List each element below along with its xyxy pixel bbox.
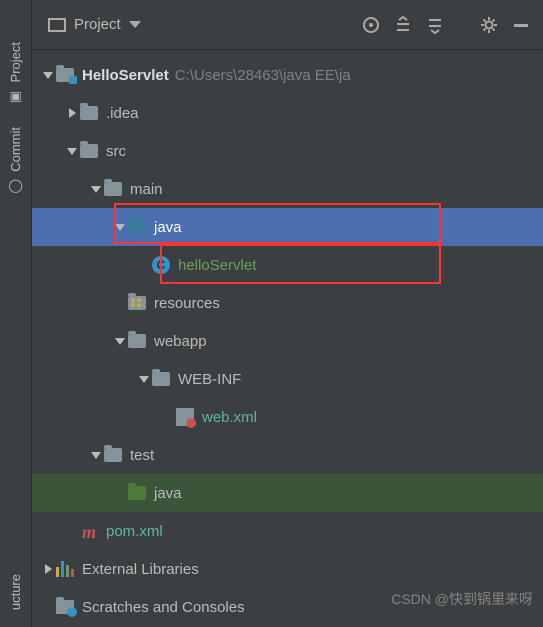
- folder-icon: [152, 372, 170, 386]
- tree-helloservlet[interactable]: C helloServlet: [32, 246, 543, 284]
- project-toolbar: Project: [32, 0, 543, 50]
- tab-project-label: Project: [8, 42, 23, 82]
- tree-webxml[interactable]: web.xml: [32, 398, 543, 436]
- libraries-icon: [56, 561, 74, 577]
- expand-icon: [394, 16, 412, 34]
- root-path: C:\Users\28463\java EE\ja: [175, 67, 351, 84]
- project-tree[interactable]: HelloServlet C:\Users\28463\java EE\ja .…: [32, 50, 543, 627]
- module-folder-icon: [56, 68, 74, 82]
- resources-folder-icon: [128, 296, 146, 310]
- hide-button[interactable]: [507, 11, 535, 39]
- project-view-icon: [48, 18, 66, 32]
- source-folder-icon: [128, 220, 146, 234]
- tree-root[interactable]: HelloServlet C:\Users\28463\java EE\ja: [32, 56, 543, 94]
- resources-label: resources: [154, 295, 220, 312]
- tree-test-java[interactable]: java: [32, 474, 543, 512]
- expand-arrow-icon[interactable]: [112, 338, 128, 345]
- scratches-label: Scratches and Consoles: [82, 599, 245, 616]
- test-label: test: [130, 447, 154, 464]
- expand-arrow-icon[interactable]: [88, 452, 104, 459]
- test-java-label: java: [154, 485, 182, 502]
- collapse-all-button[interactable]: [421, 11, 449, 39]
- expand-arrow-icon[interactable]: [40, 72, 56, 79]
- ext-libs-label: External Libraries: [82, 561, 199, 578]
- tree-java[interactable]: java: [32, 208, 543, 246]
- collapse-icon: [426, 16, 444, 34]
- folder-icon: [80, 106, 98, 120]
- main-label: main: [130, 181, 163, 198]
- webxml-label: web.xml: [202, 409, 257, 426]
- expand-all-button[interactable]: [389, 11, 417, 39]
- project-view-selector[interactable]: Project: [40, 12, 149, 37]
- tree-external-libraries[interactable]: External Libraries: [32, 550, 543, 588]
- tree-webinf[interactable]: WEB-INF: [32, 360, 543, 398]
- locate-button[interactable]: [357, 11, 385, 39]
- watermark: CSDN @快到锅里来呀: [391, 589, 533, 609]
- tree-pom[interactable]: m pom.xml: [32, 512, 543, 550]
- tab-commit-label: Commit: [8, 127, 23, 172]
- tab-structure[interactable]: ucture: [5, 562, 26, 622]
- expand-arrow-icon[interactable]: [64, 148, 80, 155]
- root-name: HelloServlet: [82, 67, 169, 84]
- pom-label: pom.xml: [106, 523, 163, 540]
- test-source-folder-icon: [128, 486, 146, 500]
- minimize-icon: [512, 16, 530, 34]
- tree-webapp[interactable]: webapp: [32, 322, 543, 360]
- settings-button[interactable]: [475, 11, 503, 39]
- tree-main[interactable]: main: [32, 170, 543, 208]
- project-panel: Project: [32, 0, 543, 627]
- idea-label: .idea: [106, 105, 139, 122]
- tree-src[interactable]: src: [32, 132, 543, 170]
- webapp-label: webapp: [154, 333, 207, 350]
- src-label: src: [106, 143, 126, 160]
- expand-arrow-icon[interactable]: [40, 564, 56, 574]
- helloservlet-label: helloServlet: [178, 257, 256, 274]
- tree-resources[interactable]: resources: [32, 284, 543, 322]
- left-tab-strip: ▣ Project ◯ Commit ucture: [0, 0, 32, 627]
- tree-test[interactable]: test: [32, 436, 543, 474]
- class-icon: C: [152, 256, 170, 274]
- expand-arrow-icon[interactable]: [88, 186, 104, 193]
- maven-icon: m: [80, 522, 98, 540]
- scratches-icon: [56, 600, 74, 614]
- tab-structure-label: ucture: [8, 574, 23, 610]
- expand-arrow-icon[interactable]: [112, 224, 128, 231]
- tab-commit[interactable]: ◯ Commit: [5, 115, 26, 205]
- project-tab-icon: ▣: [8, 88, 23, 103]
- commit-tab-icon: ◯: [8, 178, 23, 193]
- java-label: java: [154, 219, 182, 236]
- expand-arrow-icon[interactable]: [136, 376, 152, 383]
- target-icon: [361, 15, 381, 35]
- xml-file-icon: [176, 408, 194, 426]
- chevron-down-icon: [129, 21, 141, 28]
- folder-icon: [128, 334, 146, 348]
- expand-arrow-icon[interactable]: [64, 108, 80, 118]
- project-selector-label: Project: [74, 16, 121, 33]
- folder-icon: [104, 448, 122, 462]
- gear-icon: [479, 15, 499, 35]
- folder-icon: [104, 182, 122, 196]
- tree-idea[interactable]: .idea: [32, 94, 543, 132]
- webinf-label: WEB-INF: [178, 371, 241, 388]
- tab-project[interactable]: ▣ Project: [5, 30, 26, 115]
- folder-icon: [80, 144, 98, 158]
